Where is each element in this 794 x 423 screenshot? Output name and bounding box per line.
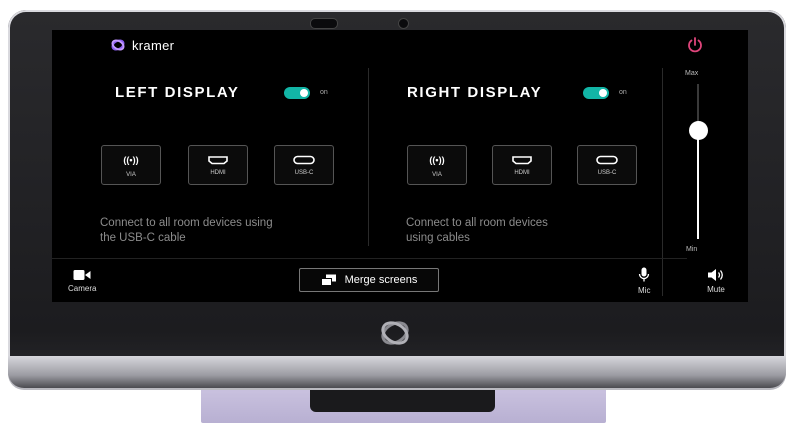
- right-toggle-label: on: [619, 89, 627, 96]
- right-hint-line-1: Connect to all room devices: [406, 217, 548, 229]
- volume-slider-thumb[interactable]: [689, 121, 708, 140]
- mute-button[interactable]: Mute: [707, 268, 725, 294]
- mute-label: Mute: [707, 285, 725, 294]
- camera-lens: [398, 18, 409, 29]
- touch-screen: kramer LEFT DISPLAY on ((•)) VIA HDMI US…: [52, 30, 748, 302]
- mic-icon: [639, 267, 650, 282]
- volume-min-label: Min: [686, 246, 698, 253]
- panel-divider: [368, 68, 369, 246]
- left-source-hdmi[interactable]: HDMI: [188, 145, 248, 185]
- merge-screens-icon: [320, 274, 336, 286]
- bezel-bottom-edge: [8, 356, 786, 388]
- left-display-title: LEFT DISPLAY: [115, 84, 240, 101]
- right-display-title: RIGHT DISPLAY: [407, 84, 543, 101]
- source-label: HDMI: [210, 169, 226, 176]
- volume-slider-track[interactable]: [697, 84, 699, 239]
- kramer-logo-icon: [111, 39, 125, 51]
- sensor-array: [310, 18, 338, 29]
- source-label: USB-C: [597, 169, 617, 176]
- speaker-icon: [708, 269, 723, 281]
- mic-label: Mic: [638, 286, 651, 295]
- hdmi-icon: [208, 155, 228, 164]
- right-source-hdmi[interactable]: HDMI: [492, 145, 552, 185]
- right-display-toggle[interactable]: [583, 87, 609, 99]
- wireless-icon: ((•)): [123, 154, 139, 165]
- merge-screens-button[interactable]: Merge screens: [299, 268, 439, 292]
- left-source-via[interactable]: ((•)) VIA: [101, 145, 161, 185]
- volume-max-label: Max: [685, 70, 699, 77]
- source-label: USB-C: [294, 169, 314, 176]
- camera-button[interactable]: Camera: [68, 269, 96, 293]
- brand-name: kramer: [132, 37, 175, 53]
- source-label: VIA: [126, 171, 136, 178]
- power-icon[interactable]: [686, 36, 704, 54]
- right-hint-line-2: using cables: [406, 232, 470, 244]
- wireless-icon: ((•)): [429, 154, 445, 165]
- right-source-usbc[interactable]: USB-C: [577, 145, 637, 185]
- right-source-via[interactable]: ((•)) VIA: [407, 145, 467, 185]
- usb-c-icon: [596, 155, 618, 164]
- top-bar: kramer: [52, 30, 748, 60]
- usb-c-icon: [293, 155, 315, 164]
- left-hint-line-1: Connect to all room devices using: [100, 217, 273, 229]
- brand-logo: kramer: [110, 37, 174, 53]
- merge-screens-label: Merge screens: [344, 274, 418, 286]
- volume-divider: [662, 68, 663, 296]
- camera-icon: [73, 270, 91, 280]
- left-toggle-label: on: [320, 89, 328, 96]
- mic-button[interactable]: Mic: [638, 267, 650, 295]
- left-hint-line-2: the USB-C cable: [100, 232, 186, 244]
- source-label: HDMI: [514, 169, 530, 176]
- source-label: VIA: [432, 171, 442, 178]
- left-display-toggle[interactable]: [284, 87, 310, 99]
- hdmi-icon: [512, 155, 532, 164]
- left-source-usbc[interactable]: USB-C: [274, 145, 334, 185]
- bottom-divider: [52, 258, 687, 259]
- kramer-logo-icon: [381, 321, 409, 345]
- camera-label: Camera: [68, 284, 97, 293]
